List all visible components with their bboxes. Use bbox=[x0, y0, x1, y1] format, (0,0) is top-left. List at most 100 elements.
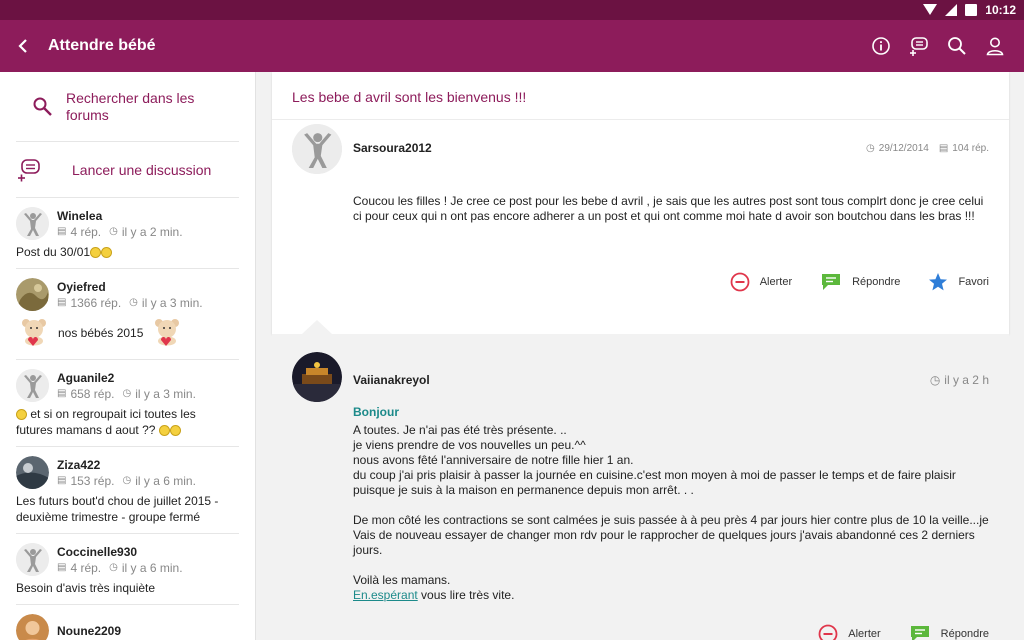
avatar bbox=[16, 614, 49, 640]
back-button[interactable] bbox=[0, 20, 46, 72]
reply-line: je viens prendre de vos nouvelles un peu… bbox=[353, 438, 586, 452]
replies-icon: ▤ bbox=[57, 388, 67, 399]
thread-item[interactable]: Winelea ▤ 4 rép. ◷ il y a 2 min. Post du… bbox=[16, 198, 239, 269]
replies-icon: ▤ bbox=[57, 297, 67, 308]
status-bar: 10:12 bbox=[0, 0, 1024, 20]
thread-replies: 1366 rép. bbox=[70, 295, 122, 310]
search-forums-label: Rechercher dans les forums bbox=[66, 89, 195, 123]
post-date: 29/12/2014 bbox=[878, 143, 929, 154]
clock-icon: ◷ bbox=[109, 226, 118, 237]
reply-button[interactable]: Répondre bbox=[909, 624, 989, 640]
clock-icon: ◷ bbox=[109, 562, 118, 573]
emoji-icon bbox=[169, 425, 181, 437]
favorite-button[interactable]: Favori bbox=[928, 272, 989, 292]
info-button[interactable] bbox=[862, 20, 900, 72]
new-discussion-button[interactable] bbox=[900, 20, 938, 72]
report-button[interactable]: Alerter bbox=[730, 272, 792, 292]
thread-item[interactable]: Ziza422 ▤ 153 rép. ◷ il y a 6 min. Les f… bbox=[16, 447, 239, 534]
thread-title: Post du 30/01 bbox=[16, 245, 91, 259]
replies-icon: ▤ bbox=[57, 562, 67, 573]
report-label: Alerter bbox=[759, 276, 793, 288]
post-author[interactable]: Sarsoura2012 bbox=[353, 141, 432, 155]
replies-icon: ▤ bbox=[57, 226, 67, 237]
thread-item[interactable]: Coccinelle930 ▤ 4 rép. ◷ il y a 6 min. B… bbox=[16, 534, 239, 605]
post-replies: 104 rép. bbox=[952, 143, 989, 154]
app-title: Attendre bébé bbox=[48, 37, 156, 54]
reply-closing: vous lire très vite. bbox=[417, 588, 515, 602]
thread-item[interactable]: Aguanile2 ▤ 658 rép. ◷ il y a 3 min. et … bbox=[16, 360, 239, 447]
reply-time: il y a 2 h bbox=[944, 373, 989, 387]
clock-icon: ◷ bbox=[122, 475, 132, 486]
thread-title: nos bébés 2015 bbox=[58, 326, 144, 340]
reply-line: nous avons fêté l'anniversaire de notre … bbox=[353, 453, 634, 467]
thread-time: il y a 3 min. bbox=[141, 295, 203, 310]
thread-title-line1: et si on regroupait ici toutes les bbox=[30, 407, 196, 421]
teddy-bear-icon bbox=[155, 319, 180, 346]
reply-author[interactable]: Vaiianakreyol bbox=[353, 373, 430, 387]
reply-line: du coup j'ai pris plaisir à passer la jo… bbox=[353, 468, 956, 497]
thread-replies: 4 rép. bbox=[70, 560, 102, 575]
notch bbox=[302, 320, 332, 334]
status-time: 10:12 bbox=[985, 3, 1016, 17]
avatar bbox=[16, 369, 49, 402]
avatar[interactable] bbox=[292, 124, 342, 174]
info-icon bbox=[872, 37, 890, 55]
favorite-label: Favori bbox=[958, 276, 989, 288]
arrow-emoji-icon bbox=[16, 409, 27, 421]
thread-item[interactable]: Oyiefred ▤ 1366 rép. ◷ il y a 3 min. nos… bbox=[16, 269, 239, 360]
avatar[interactable] bbox=[292, 352, 342, 402]
avatar bbox=[16, 543, 49, 576]
avatar bbox=[16, 456, 49, 489]
post-body: Coucou les filles ! Je cree ce post pour… bbox=[353, 194, 984, 223]
reply-icon bbox=[910, 626, 929, 640]
chat-add-icon bbox=[18, 158, 40, 181]
thread-title-line1: Les futurs bout'd chou de juillet 2015 - bbox=[16, 494, 219, 508]
user-icon bbox=[986, 37, 1004, 56]
chat-add-icon bbox=[910, 37, 928, 56]
search-icon bbox=[33, 97, 52, 116]
reply-paragraph: De mon côté les contractions se sont cal… bbox=[353, 513, 989, 557]
search-button[interactable] bbox=[938, 20, 976, 72]
search-icon bbox=[948, 37, 966, 55]
thread-title-line2: futures mamans d aout ?? bbox=[16, 423, 156, 437]
battery-icon bbox=[965, 4, 978, 16]
new-discussion-label: Lancer une discussion bbox=[72, 161, 212, 178]
thread-title-line2: deuxième trimestre - groupe fermé bbox=[16, 510, 201, 524]
thread-author: Aguanile2 bbox=[57, 370, 115, 385]
clock-icon: ◷ bbox=[929, 373, 941, 387]
reply-button[interactable]: Répondre bbox=[820, 272, 900, 292]
thread-author: Winelea bbox=[57, 208, 103, 223]
new-discussion-item[interactable]: Lancer une discussion bbox=[16, 142, 239, 198]
star-icon bbox=[929, 273, 948, 291]
alert-icon bbox=[730, 272, 750, 292]
replies-icon: ▤ bbox=[938, 143, 949, 154]
report-label: Alerter bbox=[848, 628, 881, 640]
thread-author: Noune2209 bbox=[57, 623, 122, 638]
report-button[interactable]: Alerter bbox=[818, 624, 881, 640]
thread-title: Besoin d'avis très inquiète bbox=[16, 581, 156, 595]
thread-time: il y a 6 min. bbox=[135, 473, 196, 488]
profile-button[interactable] bbox=[976, 20, 1014, 72]
thread-item[interactable]: Noune2209 bbox=[16, 605, 239, 640]
back-arrow-icon bbox=[18, 39, 27, 53]
reply-paragraph: Voilà les mamans. bbox=[353, 573, 451, 587]
wifi-icon bbox=[923, 4, 938, 16]
emoji-icon bbox=[101, 247, 113, 259]
avatar bbox=[16, 207, 49, 240]
search-forums-button[interactable]: Rechercher dans les forums bbox=[16, 72, 239, 142]
clock-icon: ◷ bbox=[866, 143, 875, 154]
thread-replies: 153 rép. bbox=[70, 473, 115, 488]
post-title: Les bebe d avril sont les bienvenus !!! bbox=[292, 89, 527, 105]
reply-label: Répondre bbox=[940, 628, 989, 640]
main-content: Les bebe d avril sont les bienvenus !!! … bbox=[257, 72, 1024, 640]
teddy-bear-icon bbox=[22, 319, 46, 346]
reply-link[interactable]: En.espérant bbox=[353, 588, 418, 602]
sidebar: Rechercher dans les forums Lancer une di… bbox=[0, 72, 256, 640]
reply-line: A toutes. Je n'ai pas été très présente.… bbox=[353, 423, 567, 437]
emoji-icon bbox=[90, 247, 102, 259]
app-bar: Attendre bébé bbox=[0, 20, 1024, 72]
alert-icon bbox=[818, 624, 838, 640]
thread-time: il y a 2 min. bbox=[121, 224, 183, 239]
reply-label: Répondre bbox=[852, 276, 901, 288]
reply-icon bbox=[822, 274, 841, 290]
